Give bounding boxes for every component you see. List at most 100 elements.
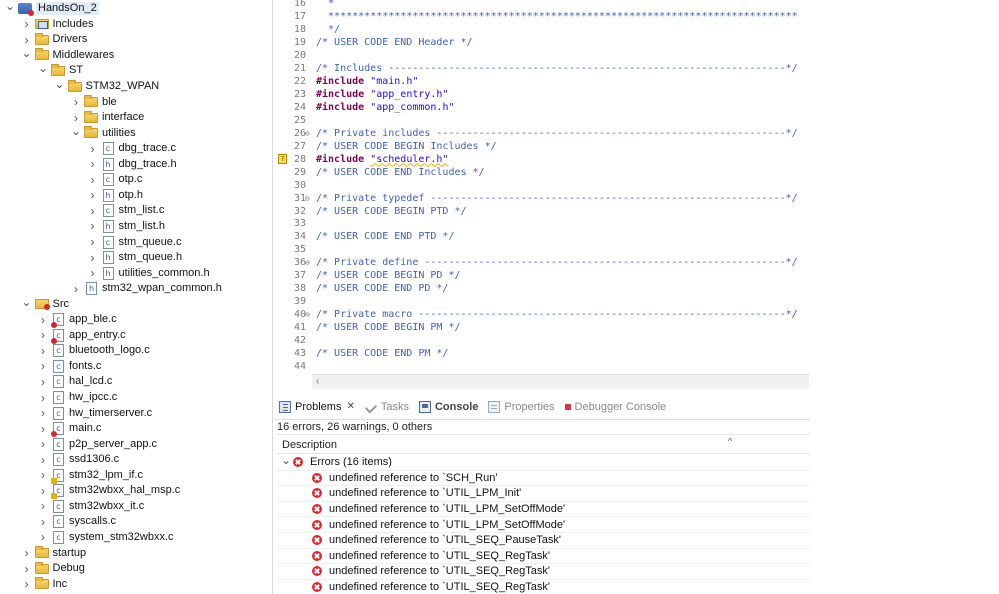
code-line[interactable]: 37 /* USER CODE BEGIN PD */ [274,269,810,282]
tree-item[interactable]: › utilities_common.h [0,265,210,281]
problem-row[interactable]: undefined reference to `UTIL_SEQ_PauseTa… [276,533,810,549]
code-line[interactable]: 26 ⊖/* Private includes -----------------… [274,127,810,140]
tree-item[interactable]: › fonts.c [0,359,101,375]
chevron-right-icon[interactable]: › [21,17,33,31]
tree-item[interactable]: › Inc [0,576,67,592]
chevron-down-icon[interactable]: ⌄ [21,46,33,60]
tree-item[interactable]: › main.c [0,421,101,438]
chevron-right-icon[interactable]: › [87,173,99,187]
code-line[interactable]: 28? #include "scheduler.h" [274,153,810,166]
code-line[interactable]: 42 [274,334,810,347]
code-line[interactable]: 25 [274,114,810,127]
tree-item[interactable]: ⌄ utilities [0,124,136,141]
chevron-right-icon[interactable]: › [37,406,49,420]
code-line[interactable]: 20 [274,49,810,62]
code-line[interactable]: 35 [274,243,810,256]
chevron-right-icon[interactable]: › [70,282,82,296]
code-line[interactable]: 38 /* USER CODE END PD */ [274,282,810,295]
tree-item[interactable]: › stm_queue.c [0,234,182,250]
tree-item[interactable]: › hw_ipcc.c [0,390,117,406]
tree-item[interactable]: › stm32wbxx_it.c [0,499,144,515]
tree-item[interactable]: › otp.c [0,172,143,188]
chevron-down-icon[interactable]: ⌄ [281,453,293,467]
code-line[interactable]: 30 [274,179,810,192]
problem-row[interactable]: undefined reference to `UTIL_LPM_Init' [276,486,810,502]
error-group-row[interactable]: ⌄ Errors (16 items) [276,453,810,471]
close-icon[interactable]: ✕ [346,401,354,412]
code-line[interactable]: 32 /* USER CODE BEGIN PTD */ [274,205,810,218]
chevron-right-icon[interactable]: › [21,546,33,560]
problems-table-header[interactable]: Description ^ [276,434,810,454]
problem-row[interactable]: undefined reference to `UTIL_LPM_SetOffM… [276,502,810,518]
chevron-right-icon[interactable]: › [70,95,82,109]
problem-row[interactable]: undefined reference to `SCH_Run' [276,471,810,487]
tree-item[interactable]: › startup [0,545,86,561]
tree-item[interactable]: ⌄ Src [0,295,69,312]
tree-item[interactable]: › hw_timerserver.c [0,405,152,421]
chevron-right-icon[interactable]: › [87,157,99,171]
code-line[interactable]: 17 *************************************… [274,10,810,23]
chevron-right-icon[interactable]: › [37,375,49,389]
code-line[interactable]: 43 /* USER CODE END PM */ [274,347,810,360]
tree-item[interactable]: ⌄ ST [0,61,83,79]
chevron-right-icon[interactable]: › [37,499,49,513]
chevron-right-icon[interactable]: › [87,219,99,233]
code-line[interactable]: 39 [274,295,810,308]
column-header-description[interactable]: Description [282,439,337,451]
problem-row[interactable]: undefined reference to `UTIL_SEQ_RegTask… [276,580,810,594]
chevron-right-icon[interactable]: › [37,391,49,405]
tree-item[interactable]: › Includes [0,17,94,33]
code-line[interactable]: 16 * [274,0,810,10]
code-line[interactable]: 29 /* USER CODE END Includes */ [274,166,810,179]
tree-item[interactable]: › stm32_wpan_common.h [0,281,222,297]
chevron-down-icon[interactable]: ⌄ [4,0,16,13]
chevron-right-icon[interactable]: › [37,484,49,498]
chevron-right-icon[interactable]: › [87,204,99,218]
tree-item[interactable]: › ble [0,94,117,110]
warning-marker-icon[interactable]: ? [278,153,287,164]
fold-toggle-icon[interactable]: ⊖ [305,127,313,140]
fold-toggle-icon[interactable]: ⊖ [305,256,313,269]
tree-item[interactable]: ⌄ STM32_WPAN [0,77,159,95]
tree-item[interactable]: › dbg_trace.h [0,157,177,173]
chevron-down-icon[interactable]: ⌄ [54,77,66,91]
tab-problems[interactable]: Problems ✕ [274,394,360,420]
chevron-right-icon[interactable]: › [21,562,33,576]
code-line[interactable]: 19 /* USER CODE END Header */ [274,36,810,49]
chevron-right-icon[interactable]: › [37,422,49,436]
chevron-right-icon[interactable]: › [37,328,49,342]
code-line[interactable]: 27 /* USER CODE BEGIN Includes */ [274,140,810,153]
tree-item[interactable]: › stm_list.c [0,203,165,219]
chevron-right-icon[interactable]: › [37,313,49,327]
code-line[interactable]: 36 ⊖/* Private define -------------------… [274,256,810,269]
code-line[interactable]: 33 [274,217,810,230]
problem-row[interactable]: undefined reference to `UTIL_LPM_SetOffM… [276,517,810,533]
chevron-right-icon[interactable]: › [37,468,49,482]
tree-item[interactable]: › stm_queue.h [0,250,183,266]
code-line[interactable]: 22 #include "main.h" [274,75,810,88]
tree-item[interactable]: › Debug [0,561,85,577]
chevron-right-icon[interactable]: › [21,33,33,47]
tab-console[interactable]: Console [414,394,483,420]
tree-item[interactable]: › stm_list.h [0,219,165,235]
tree-item[interactable]: › hal_lcd.c [0,374,112,390]
chevron-right-icon[interactable]: › [37,344,49,358]
tab-debugger-console[interactable]: Debugger Console [560,394,672,420]
tree-item[interactable]: ⌄ Middlewares [0,46,114,64]
tree-item[interactable]: › dbg_trace.c [0,141,176,157]
code-line[interactable]: 40 ⊖/* Private macro --------------------… [274,308,810,321]
tab-properties[interactable]: Properties [483,394,559,420]
chevron-right-icon[interactable]: › [87,251,99,265]
code-line[interactable]: 21 /* Includes --------------------------… [274,62,810,75]
tree-item[interactable]: › system_stm32wbxx.c [0,530,174,546]
tree-item[interactable]: › app_entry.c [0,328,126,344]
chevron-right-icon[interactable]: › [37,530,49,544]
code-line[interactable]: 31 ⊖/* Private typedef ------------------… [274,192,810,205]
tree-item[interactable]: › stm32wbxx_hal_msp.c [0,483,180,500]
chevron-right-icon[interactable]: › [87,235,99,249]
problem-row[interactable]: undefined reference to `UTIL_SEQ_RegTask… [276,564,810,580]
chevron-right-icon[interactable]: › [37,359,49,373]
tree-item[interactable]: › p2p_server_app.c [0,436,157,452]
chevron-right-icon[interactable]: › [87,142,99,156]
tree-item[interactable]: › bluetooth_logo.c [0,343,150,359]
